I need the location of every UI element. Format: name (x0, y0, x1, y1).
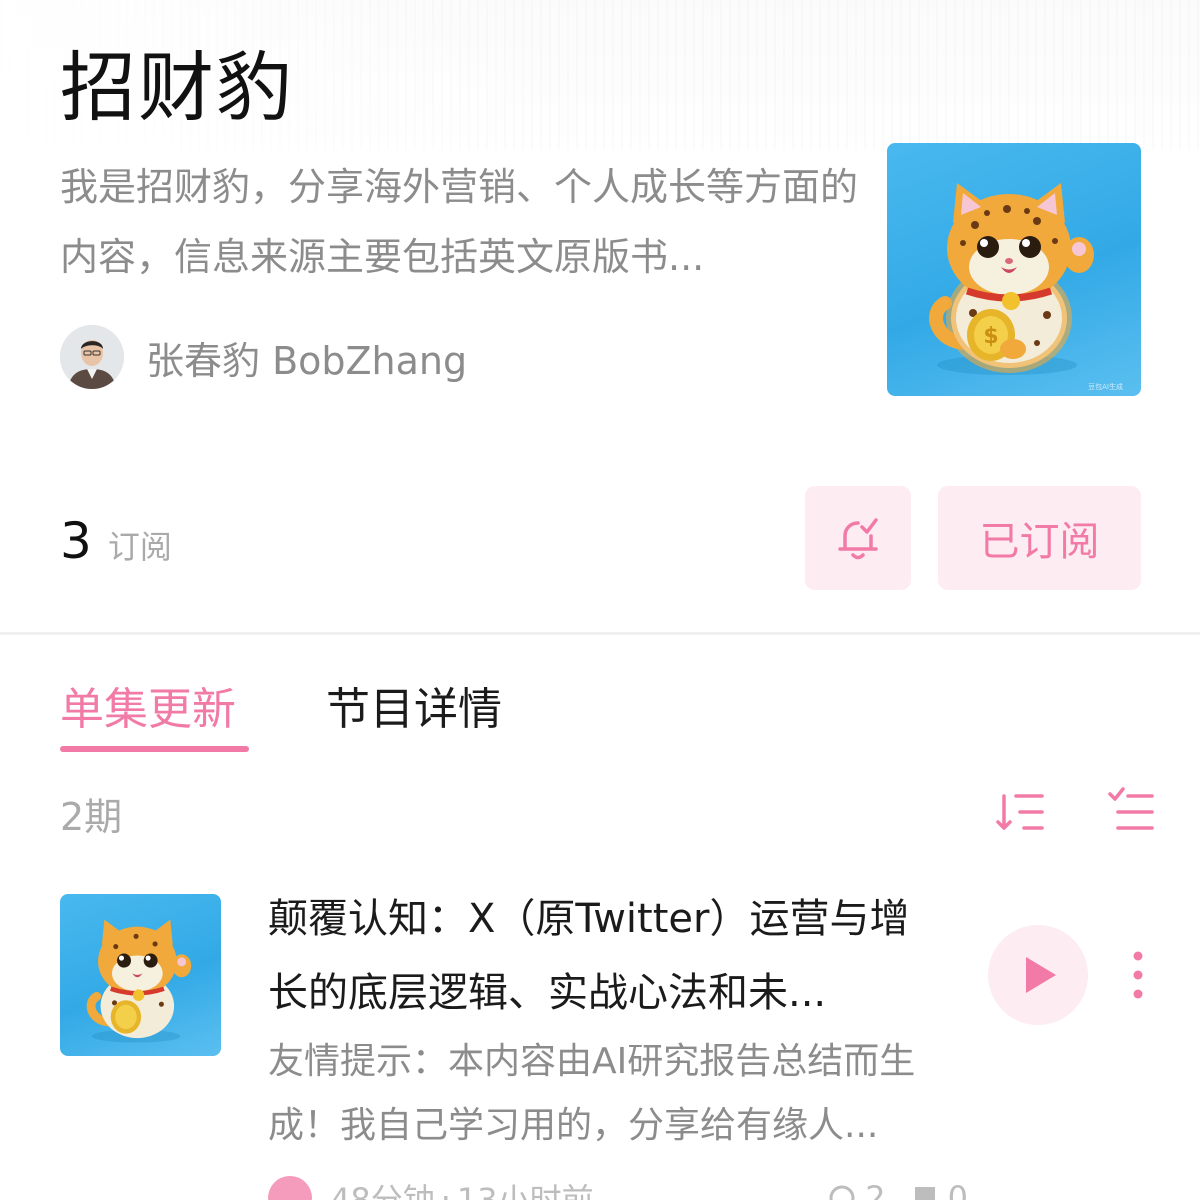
play-icon (1026, 957, 1056, 993)
save-count: 0 (947, 1179, 968, 1200)
tab-active-indicator (60, 746, 249, 752)
lucky-leopard-image: $ 豆包AI生成 (929, 183, 1123, 391)
episode-cover[interactable] (60, 894, 221, 1056)
sort-order-icon (996, 794, 1044, 830)
cover-watermark: 豆包AI生成 (1088, 382, 1123, 391)
tab-episodes[interactable]: 单集更新 (60, 680, 236, 740)
comment-icon (829, 1185, 855, 1200)
tab-details[interactable]: 节目详情 (326, 680, 502, 740)
episode-duration: 48分钟 (330, 1181, 435, 1200)
podcast-description[interactable]: 我是招财豹，分享海外营销、个人成长等方面的内容，信息来源主要包括英文原版书... (60, 152, 860, 292)
save-stat: 0 (910, 1179, 968, 1200)
episode-time-ago: 13小时前 (456, 1181, 594, 1200)
multi-select-icon (1108, 787, 1154, 830)
episode-title[interactable]: 颠覆认知：X（原Twitter）运营与增长的底层逻辑、实战心法和未... (268, 882, 948, 1030)
bell-check-icon (838, 518, 878, 560)
author-row[interactable]: 张春豹 BobZhang (60, 324, 467, 390)
sort-order-button[interactable] (996, 786, 1046, 838)
bookmark-icon (914, 1187, 935, 1200)
episode-meta: 48分钟 · 13小时前 2 0 (268, 1176, 968, 1200)
played-badge-icon (268, 1176, 312, 1200)
section-divider (0, 632, 1200, 635)
multi-select-button[interactable] (1106, 786, 1156, 838)
author-avatar[interactable] (60, 325, 124, 389)
episode-count: 2期 (60, 795, 123, 839)
more-vertical-icon (1133, 951, 1143, 999)
notification-bell-button[interactable] (805, 486, 911, 590)
podcast-title: 招财豹 (60, 43, 294, 132)
person-avatar-icon (60, 325, 124, 389)
subscribed-button[interactable]: 已订阅 (938, 486, 1141, 590)
more-options-button[interactable] (1120, 948, 1156, 1002)
comment-stat: 2 (827, 1179, 886, 1200)
author-name[interactable]: 张春豹 BobZhang (146, 330, 467, 385)
svg-text:$: $ (983, 324, 998, 349)
subscriber-stat: 3 订阅 (60, 512, 172, 570)
episode-description[interactable]: 友情提示：本内容由AI研究报告总结而生成！我自己学习用的，分享给有缘人... (268, 1030, 968, 1158)
subscriber-label: 订阅 (107, 528, 172, 566)
meta-separator: · (440, 1179, 451, 1200)
lucky-leopard-image (86, 919, 192, 1043)
comment-count: 2 (865, 1179, 886, 1200)
podcast-cover: $ 豆包AI生成 (887, 143, 1141, 396)
play-button[interactable] (988, 925, 1088, 1025)
subscriber-count: 3 (60, 512, 92, 570)
